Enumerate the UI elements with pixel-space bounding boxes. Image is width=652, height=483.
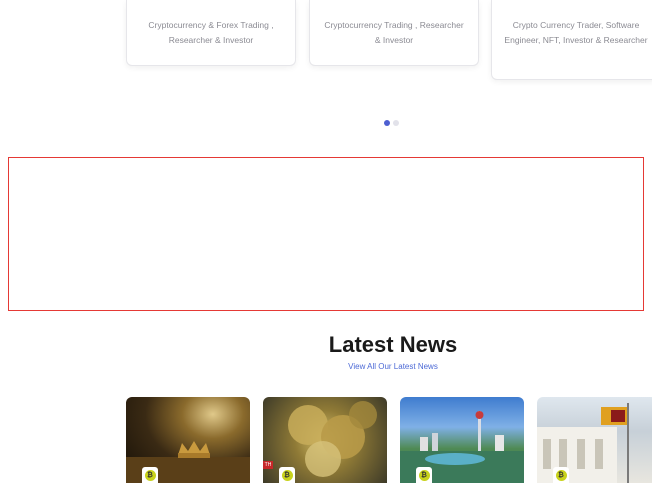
source-badge: ₿ [553, 467, 569, 483]
profile-card-2[interactable]: Cryptocurrency Trading , Researcher & In… [309, 0, 479, 66]
coin-icon: ₿ [144, 469, 156, 481]
news-card-4[interactable]: ₿ [537, 397, 652, 483]
news-card-3[interactable]: ₿ [400, 397, 524, 483]
view-all-news-link[interactable]: View All Our Latest News [0, 362, 652, 371]
source-badge: ₿ [416, 467, 432, 483]
source-badge: ₿ [279, 467, 295, 483]
coin-icon: ₿ [555, 469, 567, 481]
coin-icon: ₿ [418, 469, 430, 481]
carousel-dots [384, 120, 399, 126]
coin-icon: ₿ [281, 469, 293, 481]
carousel-dot-1[interactable] [384, 120, 390, 126]
empty-highlight-box [8, 157, 644, 311]
carousel-dot-2[interactable] [393, 120, 399, 126]
profile-card-3[interactable]: Crypto Currency Trader, Software Enginee… [491, 0, 652, 80]
profile-role: Cryptocurrency & Forex Trading , Researc… [148, 20, 274, 45]
source-badge: ₿ [142, 467, 158, 483]
news-card-2[interactable]: TH ₿ [263, 397, 387, 483]
latest-news-title: Latest News [328, 332, 458, 357]
news-card-1[interactable]: ₿ [126, 397, 250, 483]
tag-badge: TH [263, 461, 273, 469]
profile-role: Crypto Currency Trader, Software Enginee… [504, 20, 648, 45]
profile-role: Cryptocurrency Trading , Researcher & In… [324, 20, 464, 45]
profile-card-1[interactable]: Cryptocurrency & Forex Trading , Researc… [126, 0, 296, 66]
